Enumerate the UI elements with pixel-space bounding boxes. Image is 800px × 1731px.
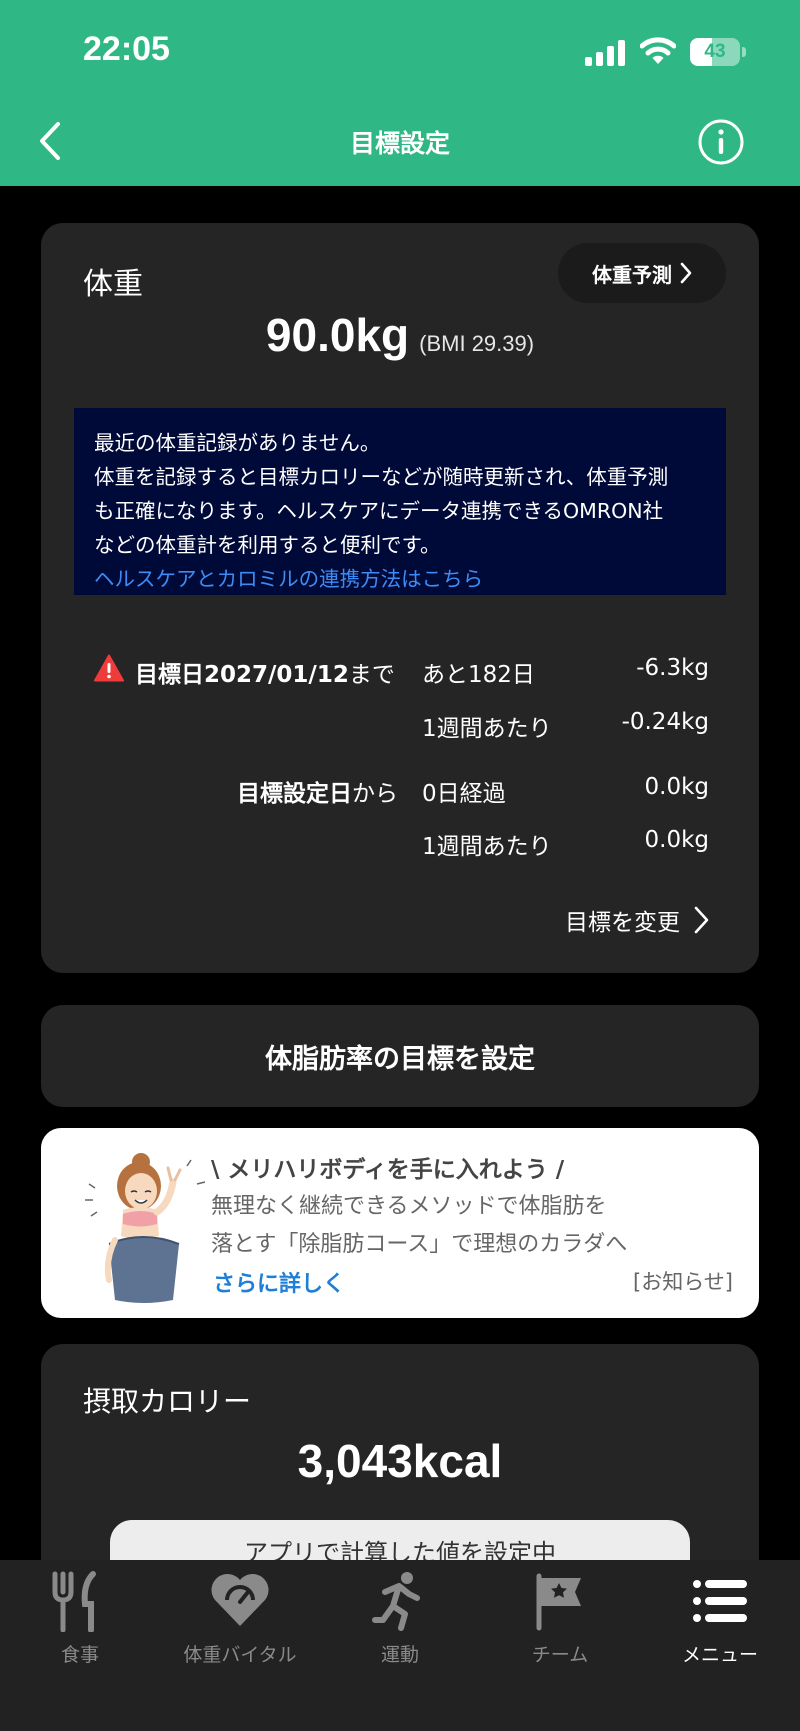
calorie-value: 3,043kcal — [297, 1435, 503, 1487]
since-per-week-label: 1週間あたり — [422, 834, 552, 860]
notice-line: 最近の体重記録がありません。 — [94, 431, 381, 455]
battery-icon: 43 — [690, 38, 748, 66]
tab-label: メニュー — [681, 1644, 758, 1666]
healthcare-link[interactable]: ヘルスケアとカロミルの連携方法はこちら — [94, 562, 706, 596]
body-fat-goal-button[interactable]: 体脂肪率の目標を設定 — [41, 1005, 759, 1107]
tab-exercise[interactable]: 運動 — [320, 1560, 480, 1680]
tab-label: 運動 — [380, 1644, 419, 1666]
elapsed-days: 0日経過 — [422, 781, 506, 807]
battery-level: 43 — [704, 41, 726, 62]
target-per-week-value: -0.24kg — [621, 709, 709, 735]
chevron-right-icon — [694, 906, 709, 934]
notice-line: も正確になります。ヘルスケアにデータ連携できるOMRON社 — [94, 499, 664, 523]
cellular-signal-icon — [585, 40, 625, 66]
remaining-weight: -6.3kg — [636, 655, 709, 681]
weight-prediction-label: 体重予測 — [592, 262, 672, 287]
remaining-days: あと182日 — [422, 662, 535, 688]
tab-bar: 食事 体重バイタル 運動 チーム メニュー — [0, 1560, 800, 1731]
tab-weight-vital[interactable]: 体重バイタル — [160, 1560, 320, 1680]
weight-label: 体重 — [83, 267, 143, 302]
body-fat-goal-label: 体脂肪率の目標を設定 — [265, 1043, 535, 1075]
tab-team[interactable]: チーム — [480, 1560, 640, 1680]
tab-label: 食事 — [60, 1644, 99, 1666]
tab-label: 体重バイタル — [183, 1644, 297, 1666]
change-goal-link[interactable]: 目標を変更 — [565, 903, 710, 937]
target-per-week-label: 1週間あたり — [422, 716, 552, 742]
weight-goal-card: 体重 体重予測 90.0kg (BMI 29.39) 最近の体重記録がありません。… — [41, 223, 759, 973]
promo-banner[interactable]: \ メリハリボディを手に入れよう / 無理なく継続できるメソッドで体脂肪を 落と… — [41, 1128, 759, 1318]
current-weight: 90.0kg (BMI 29.39) — [41, 308, 759, 362]
page-title: 目標設定 — [349, 129, 450, 158]
menu-icon — [693, 1580, 747, 1622]
promo-text-line: 落とす「除脂肪コース」で理想のカラダへ — [211, 1232, 628, 1257]
promo-text-line: 無理なく継続できるメソッドで体脂肪を — [211, 1194, 607, 1219]
warning-icon — [94, 654, 124, 682]
no-weight-record-notice: 最近の体重記録がありません。 体重を記録すると目標カロリーなどが随時更新され、体… — [74, 408, 726, 595]
notice-line: 体重を記録すると目標カロリーなどが随時更新され、体重予測 — [94, 465, 669, 489]
chevron-right-icon — [680, 262, 692, 284]
nav-bar: 目標設定 — [0, 100, 800, 186]
weight-change: 0.0kg — [644, 774, 710, 800]
promo-title: \ メリハリボディを手に入れよう / — [211, 1157, 565, 1183]
bmi-value: (BMI 29.39) — [419, 331, 535, 356]
status-time: 22:05 — [83, 30, 170, 68]
since-per-week-value: 0.0kg — [644, 827, 710, 853]
weight-value: 90.0kg — [265, 309, 410, 361]
tab-label: チーム — [531, 1644, 589, 1666]
info-icon[interactable] — [697, 118, 745, 166]
change-goal-label: 目標を変更 — [565, 910, 680, 936]
notice-line: などの体重計を利用すると便利です。 — [94, 533, 441, 557]
calorie-label: 摂取カロリー — [83, 1385, 252, 1418]
heart-scale-icon — [211, 1573, 269, 1626]
promo-tag: [お知らせ] — [633, 1270, 733, 1294]
running-icon — [372, 1572, 420, 1631]
promo-more-link[interactable]: さらに詳しく — [213, 1266, 345, 1298]
wifi-icon — [640, 37, 676, 64]
tab-meal[interactable]: 食事 — [0, 1560, 160, 1680]
target-date-label: 目標日2027/01/12まで — [135, 662, 395, 688]
woman-illustration-icon — [85, 1153, 206, 1303]
weight-prediction-button[interactable]: 体重予測 — [558, 243, 726, 303]
tab-menu[interactable]: メニュー — [640, 1560, 800, 1680]
goal-set-date-label: 目標設定日から — [237, 781, 398, 807]
fork-knife-icon — [52, 1571, 96, 1632]
status-bar: 22:05 43 — [0, 0, 800, 100]
flag-icon — [536, 1573, 581, 1631]
